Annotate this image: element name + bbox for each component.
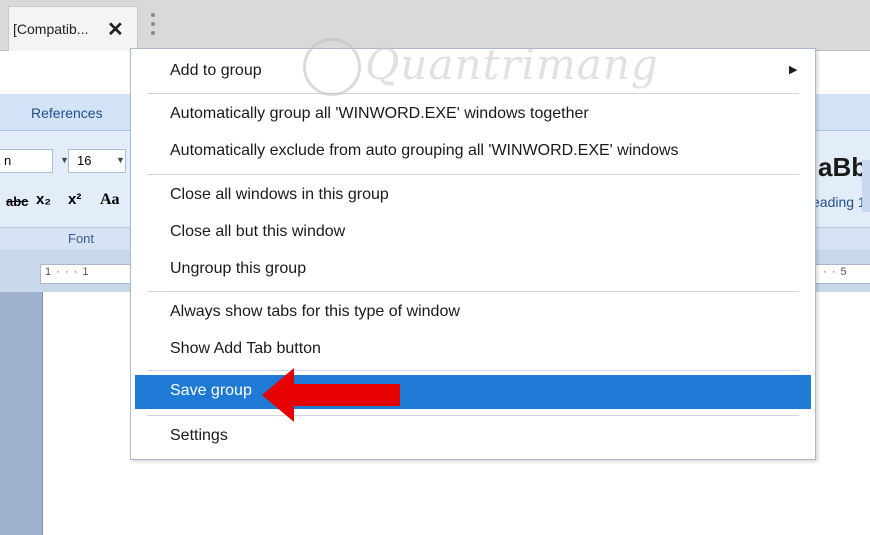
menu-item-close-all-in-group[interactable]: Close all windows in this group bbox=[135, 179, 811, 213]
menu-separator bbox=[147, 93, 799, 94]
font-name-field[interactable]: n bbox=[0, 149, 53, 173]
menu-separator bbox=[147, 370, 799, 371]
red-arrow-annotation bbox=[262, 368, 400, 422]
font-size-value: 16 bbox=[77, 153, 92, 168]
tab-strip: [Compatib... ✕ bbox=[0, 0, 870, 51]
menu-separator bbox=[147, 291, 799, 292]
style-heading-label: eading 1 bbox=[812, 194, 866, 210]
styles-group-label bbox=[815, 227, 870, 250]
change-case-button[interactable]: Aa bbox=[100, 191, 120, 209]
menu-item-show-add-tab[interactable]: Show Add Tab button bbox=[135, 333, 811, 367]
submenu-arrow-icon: ▶ bbox=[789, 64, 798, 76]
tab-title: [Compatib... bbox=[13, 21, 89, 37]
document-tab[interactable]: [Compatib... ✕ bbox=[8, 6, 138, 51]
chevron-down-icon[interactable]: ▼ bbox=[116, 155, 125, 165]
horizontal-ruler-right[interactable]: · · 5 bbox=[812, 264, 870, 284]
menu-item-add-to-group[interactable]: Add to group ▶ bbox=[135, 55, 811, 89]
styles-scrollbar[interactable] bbox=[862, 160, 870, 212]
context-menu: Add to group ▶ Automatically group all '… bbox=[130, 48, 816, 460]
superscript-button[interactable]: x² bbox=[68, 191, 81, 208]
menu-item-auto-group[interactable]: Automatically group all 'WINWORD.EXE' wi… bbox=[135, 98, 811, 132]
menu-item-settings[interactable]: Settings bbox=[135, 420, 811, 454]
menu-item-close-all-but-this[interactable]: Close all but this window bbox=[135, 216, 811, 250]
menu-separator bbox=[147, 174, 799, 175]
font-name-value: n bbox=[4, 153, 12, 168]
strikethrough-button[interactable]: abc bbox=[6, 194, 28, 209]
horizontal-ruler[interactable]: 1 · · · 1 bbox=[40, 264, 142, 284]
menu-item-always-show-tabs[interactable]: Always show tabs for this type of window bbox=[135, 296, 811, 330]
menu-item-save-group[interactable]: Save group bbox=[135, 375, 811, 409]
tab-references[interactable]: References bbox=[31, 105, 103, 121]
menu-item-auto-exclude[interactable]: Automatically exclude from auto grouping… bbox=[135, 135, 811, 169]
menu-separator bbox=[147, 415, 799, 416]
font-group-label: Font bbox=[0, 227, 135, 250]
more-options-icon[interactable] bbox=[148, 13, 158, 39]
close-icon[interactable]: ✕ bbox=[107, 17, 124, 42]
subscript-button[interactable]: x₂ bbox=[36, 191, 51, 208]
menu-item-ungroup[interactable]: Ungroup this group bbox=[135, 253, 811, 287]
